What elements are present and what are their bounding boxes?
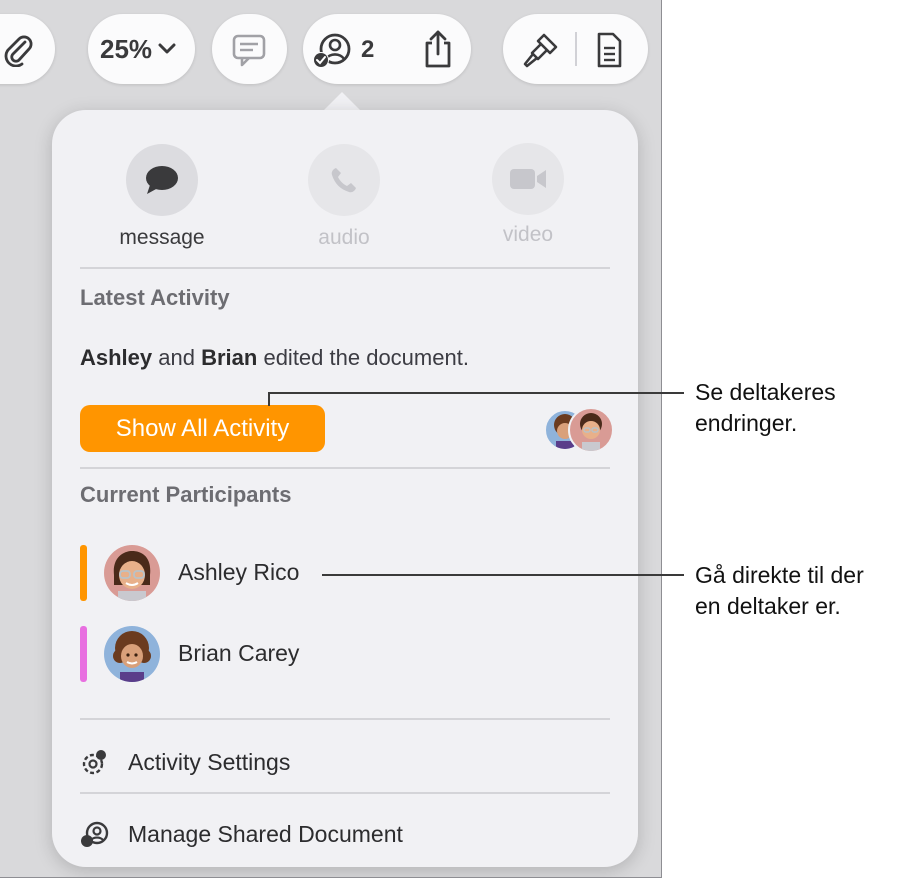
activity-rest: edited the document. [257, 345, 469, 370]
avatar-ashley [104, 545, 160, 601]
message-label: message [119, 226, 205, 249]
comment-icon [230, 32, 268, 68]
paperclip-icon [0, 32, 36, 68]
paintbrush-icon [522, 31, 560, 69]
message-icon [126, 144, 198, 216]
participant-color-bar [80, 626, 87, 682]
attach-button[interactable] [0, 14, 55, 84]
video-label: video [502, 223, 554, 246]
activity-settings-row[interactable]: Activity Settings [80, 743, 610, 783]
video-icon [492, 143, 564, 215]
app-screen: 25% 2 message audio video Latest Activit… [0, 0, 662, 878]
callout-leader [322, 574, 684, 576]
activity-name-1: Ashley [80, 345, 153, 370]
document-icon [594, 31, 624, 69]
manage-shared-document-label: Manage Shared Document [128, 821, 403, 847]
message-option[interactable]: message [112, 144, 212, 250]
callout-participant: Gå direkte til der en deltaker er. [695, 560, 864, 622]
activity-summary: Ashley and Brian edited the document. [80, 345, 469, 371]
audio-option[interactable]: audio [294, 144, 394, 250]
audio-label: audio [318, 226, 370, 249]
participant-color-bar [80, 545, 87, 601]
format-group [503, 14, 648, 84]
callout-line: endringer. [695, 410, 798, 436]
collaboration-group: 2 [303, 14, 471, 84]
format-button[interactable] [521, 30, 561, 70]
manage-shared-icon [80, 821, 110, 854]
activity-settings-label: Activity Settings [128, 749, 291, 775]
collaborator-count: 2 [361, 36, 375, 63]
popover-arrow [322, 92, 362, 112]
toolbar-divider [575, 32, 577, 66]
activity-settings-icon [80, 749, 108, 782]
activity-and: and [152, 345, 202, 370]
share-icon [422, 29, 454, 69]
divider [80, 267, 610, 269]
phone-icon [308, 144, 380, 216]
divider [80, 718, 610, 720]
video-option[interactable]: video [478, 143, 578, 247]
zoom-label: 25% [100, 33, 153, 64]
avatar-ashley-small [568, 407, 614, 453]
participant-name: Ashley Rico [178, 559, 300, 585]
callout-line: Gå direkte til der [695, 562, 864, 588]
collaborate-icon [311, 30, 353, 70]
participant-row[interactable]: Brian Carey [80, 626, 380, 686]
manage-shared-document-row[interactable]: Manage Shared Document [80, 815, 610, 855]
zoom-button[interactable]: 25% [88, 14, 195, 84]
document-button[interactable] [591, 30, 627, 70]
callout-leader [268, 392, 270, 406]
share-button[interactable] [418, 28, 458, 70]
chevron-down-icon [158, 43, 176, 55]
callout-line: en deltaker er. [695, 593, 841, 619]
comment-button[interactable] [212, 14, 287, 84]
avatar-brian [104, 626, 160, 682]
participant-name: Brian Carey [178, 640, 300, 666]
show-all-activity-button[interactable]: Show All Activity [80, 405, 325, 452]
divider [80, 467, 610, 469]
callout-show-activity: Se deltakeres endringer. [695, 377, 836, 439]
callout-line: Se deltakeres [695, 379, 836, 405]
callout-leader [268, 392, 684, 394]
latest-activity-heading: Latest Activity [80, 285, 230, 310]
current-participants-heading: Current Participants [80, 482, 292, 507]
collaborate-button[interactable]: 2 [311, 30, 374, 70]
divider [80, 792, 610, 794]
activity-name-2: Brian [201, 345, 258, 370]
